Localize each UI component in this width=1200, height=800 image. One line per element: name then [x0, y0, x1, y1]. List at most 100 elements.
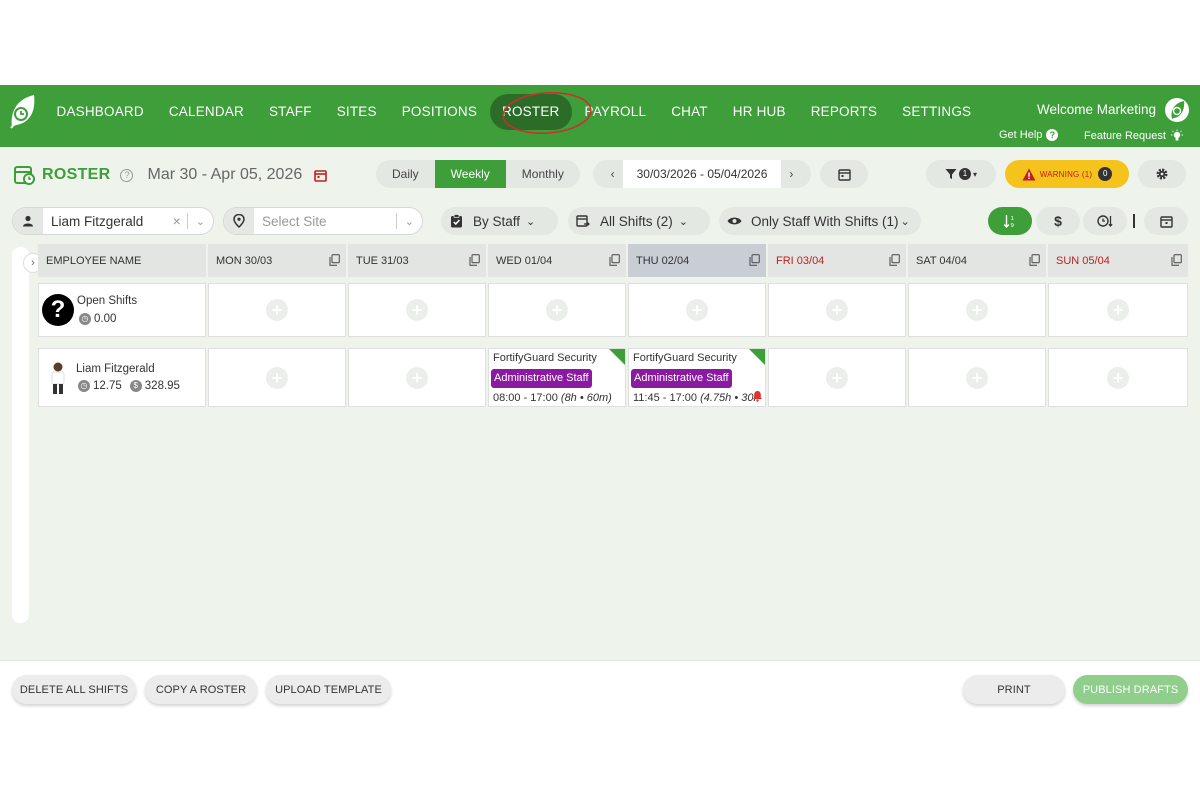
next-week-button[interactable]: ›	[781, 167, 801, 181]
nav-sites[interactable]: SITES	[324, 94, 389, 130]
day-cell[interactable]: +	[488, 283, 626, 337]
clock-icon: ◷	[78, 380, 90, 392]
leaf-clock-logo-icon[interactable]	[8, 93, 38, 129]
shift-time: 11:45 - 17:00 (4.75h • 30m)	[633, 392, 757, 404]
warning-icon	[1022, 168, 1036, 180]
nav-payroll[interactable]: PAYROLL	[572, 94, 659, 130]
shift-time: 08:00 - 17:00 (8h • 60m)	[493, 392, 612, 404]
roster-settings-button[interactable]	[1138, 160, 1186, 188]
calendar-picker-icon[interactable]	[314, 169, 328, 182]
day-cell[interactable]: +	[208, 283, 346, 337]
column-header-label: TUE 31/03	[356, 254, 409, 267]
calendar-button[interactable]	[820, 160, 868, 188]
calendar-view-button[interactable]	[1144, 207, 1188, 235]
nav-chat[interactable]: CHAT	[659, 94, 721, 130]
warning-button[interactable]: WARNING (1) 0	[1005, 160, 1129, 188]
pay-value: 328.95	[144, 380, 180, 392]
add-shift-plus-icon[interactable]: +	[826, 299, 848, 321]
day-cell[interactable]: +	[1048, 283, 1188, 337]
day-cell[interactable]: +	[348, 348, 486, 407]
chevron-down-icon: ⌄	[900, 215, 910, 228]
day-cell[interactable]: +	[768, 348, 906, 407]
cost-toggle-button[interactable]: $	[1036, 207, 1080, 235]
filter-button[interactable]: 1 ▾	[926, 160, 996, 188]
question-icon: ?	[1046, 129, 1059, 141]
add-shift-plus-icon[interactable]: +	[1107, 366, 1129, 389]
copy-icon[interactable]	[609, 254, 620, 266]
day-cell[interactable]: +	[908, 283, 1046, 337]
shift-card-thu[interactable]: FortifyGuard Security Administrative Sta…	[628, 348, 766, 407]
tab-daily[interactable]: Daily	[376, 160, 435, 188]
date-range-input[interactable]: 30/03/2026 - 05/04/2026	[622, 160, 782, 188]
add-shift-plus-icon[interactable]: +	[406, 366, 428, 389]
day-cell[interactable]: +	[628, 283, 766, 337]
side-panel-handle[interactable]	[12, 247, 29, 623]
visibility-dropdown[interactable]: Only Staff With Shifts (1) ⌄	[719, 207, 921, 235]
employee-name: Open Shifts	[77, 295, 138, 307]
prev-week-button[interactable]: ‹	[603, 167, 623, 181]
shifts-filter-dropdown[interactable]: All Shifts (2) ⌄	[568, 207, 710, 235]
nav-staff[interactable]: STAFF	[256, 94, 324, 130]
copy-icon[interactable]	[1171, 254, 1182, 266]
print-button[interactable]: PRINT	[963, 675, 1065, 704]
feature-request-link[interactable]: Feature Request	[1084, 129, 1184, 143]
copy-icon[interactable]	[469, 254, 480, 266]
shift-duration: (4.75h • 30m)	[700, 392, 757, 404]
copy-icon[interactable]	[889, 254, 900, 266]
nav-roster[interactable]: ROSTER	[489, 94, 572, 130]
add-shift-plus-icon[interactable]: +	[406, 299, 428, 321]
nav-hr-hub[interactable]: HR HUB	[720, 94, 798, 130]
nav-dashboard[interactable]: DASHBOARD	[44, 94, 156, 130]
upload-template-button[interactable]: UPLOAD TEMPLATE	[266, 675, 391, 704]
help-question-icon[interactable]: ?	[120, 168, 134, 182]
site-select[interactable]: Select Site ⌄	[223, 207, 423, 235]
delete-all-shifts-button[interactable]: DELETE ALL SHIFTS	[12, 675, 136, 704]
add-shift-plus-icon[interactable]: +	[966, 299, 988, 321]
page-title: ROSTER	[42, 166, 111, 183]
add-shift-plus-icon[interactable]: +	[966, 366, 988, 389]
shift-card-wed[interactable]: FortifyGuard Security Administrative Sta…	[488, 348, 626, 407]
add-shift-plus-icon[interactable]: +	[686, 299, 708, 321]
add-shift-plus-icon[interactable]: +	[826, 366, 848, 389]
nav-reports[interactable]: REPORTS	[798, 94, 889, 130]
shift-role-badge: Administrative Staff	[491, 369, 592, 388]
get-help-link[interactable]: Get Help ?	[999, 129, 1059, 141]
copy-roster-button[interactable]: COPY A ROSTER	[145, 675, 257, 704]
group-by-dropdown[interactable]: By Staff ⌄	[441, 207, 558, 235]
publish-drafts-button[interactable]: PUBLISH DRAFTS	[1073, 675, 1188, 704]
day-cell[interactable]: +	[908, 348, 1046, 407]
calendar-icon	[837, 168, 851, 181]
date-navigator: ‹ 30/03/2026 - 05/04/2026 ›	[593, 160, 811, 188]
clear-staff-icon[interactable]: ×	[167, 213, 187, 229]
location-pin-icon	[224, 208, 254, 234]
filter-icon	[945, 169, 957, 179]
add-shift-plus-icon[interactable]: +	[1107, 299, 1129, 321]
copy-icon[interactable]	[329, 254, 340, 266]
tab-monthly[interactable]: Monthly	[506, 160, 580, 188]
tab-weekly[interactable]: Weekly	[434, 160, 506, 188]
nav-calendar[interactable]: CALENDAR	[156, 94, 256, 130]
user-logo-icon[interactable]	[1164, 97, 1190, 123]
shifts-filter-value: All Shifts (2)	[600, 213, 673, 229]
hours-toggle-button[interactable]	[1083, 207, 1127, 235]
staff-select[interactable]: Liam Fitzgerald × ⌄	[12, 207, 214, 235]
date-range-title: Mar 30 - Apr 05, 2026	[147, 166, 303, 183]
copy-icon[interactable]	[749, 254, 760, 266]
welcome-text: Welcome Marketing	[1036, 102, 1156, 117]
add-shift-plus-icon[interactable]: +	[266, 299, 288, 321]
day-cell[interactable]: +	[348, 283, 486, 337]
add-shift-plus-icon[interactable]: +	[266, 366, 288, 389]
nav-settings[interactable]: SETTINGS	[890, 94, 984, 130]
employee-cell-liam-fitzgerald[interactable]: Liam Fitzgerald ◷ 12.75 $ 328.95	[38, 348, 206, 407]
top-navigation-bar: DASHBOARD CALENDAR STAFF SITES POSITIONS…	[0, 85, 1200, 147]
published-corner-flag	[609, 349, 625, 365]
day-cell[interactable]: +	[208, 348, 346, 407]
bell-alert-icon[interactable]	[752, 390, 763, 402]
day-cell[interactable]: +	[768, 283, 906, 337]
copy-icon[interactable]	[1029, 254, 1040, 266]
nav-positions[interactable]: POSITIONS	[389, 94, 489, 130]
day-cell[interactable]: +	[1048, 348, 1188, 407]
add-shift-plus-icon[interactable]: +	[546, 299, 568, 321]
sort-button[interactable]: 1 9	[988, 207, 1032, 235]
calendar-swap-icon	[574, 214, 592, 228]
